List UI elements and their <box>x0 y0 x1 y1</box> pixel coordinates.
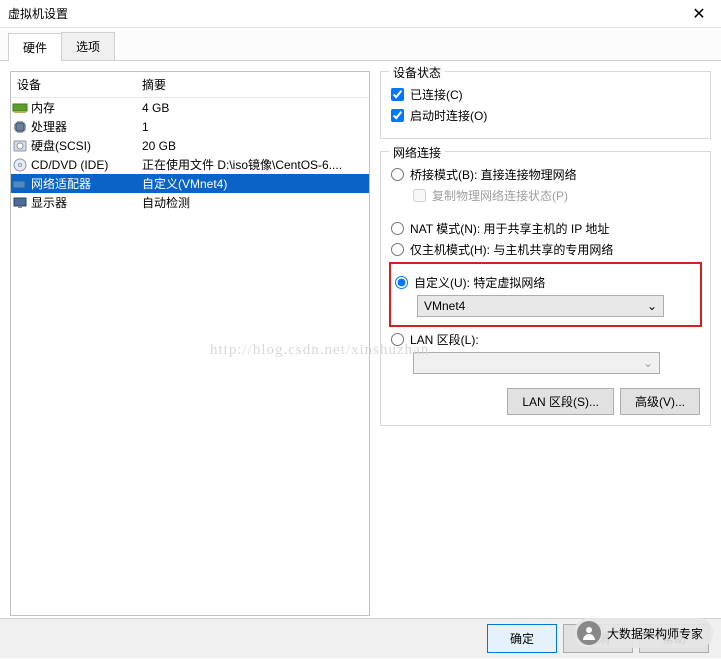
window-title: 虚拟机设置 <box>8 5 685 22</box>
custom-input[interactable] <box>395 276 408 289</box>
custom-network-select[interactable]: VMnet4 ⌄ <box>417 295 664 317</box>
bridge-radio[interactable]: 桥接模式(B): 直接连接物理网络 <box>391 166 700 183</box>
device-list[interactable]: 设备 摘要 内存4 GB处理器1硬盘(SCSI)20 GBCD/DVD (IDE… <box>10 71 370 616</box>
connected-checkbox[interactable]: 已连接(C) <box>391 86 700 103</box>
custom-network-value: VMnet4 <box>424 299 465 313</box>
col-summary: 摘要 <box>136 72 369 97</box>
account-overlay: 大数据架构师专家 <box>574 618 713 648</box>
device-status-group: 设备状态 已连接(C) 启动时连接(O) <box>380 71 711 139</box>
nat-label: NAT 模式(N): 用于共享主机的 IP 地址 <box>410 220 609 237</box>
hostonly-input[interactable] <box>391 243 404 256</box>
device-summary: 正在使用文件 D:\iso镜像\CentOS-6.... <box>136 156 369 173</box>
device-name: 硬盘(SCSI) <box>29 137 136 154</box>
memory-icon <box>11 102 29 114</box>
lan-segment-radio[interactable]: LAN 区段(L): <box>391 331 700 348</box>
nat-radio[interactable]: NAT 模式(N): 用于共享主机的 IP 地址 <box>391 220 700 237</box>
bridge-label: 桥接模式(B): 直接连接物理网络 <box>410 166 577 183</box>
device-row-nic[interactable]: 网络适配器自定义(VMnet4) <box>11 174 369 193</box>
device-name: 网络适配器 <box>29 175 136 192</box>
device-status-legend: 设备状态 <box>389 64 445 81</box>
avatar-icon <box>577 621 601 645</box>
device-summary: 自定义(VMnet4) <box>136 175 369 192</box>
device-row-cpu[interactable]: 处理器1 <box>11 117 369 136</box>
hostonly-label: 仅主机模式(H): 与主机共享的专用网络 <box>410 241 613 258</box>
device-summary: 20 GB <box>136 139 369 153</box>
device-name: 处理器 <box>29 118 136 135</box>
replicate-label: 复制物理网络连接状态(P) <box>432 187 568 204</box>
custom-radio[interactable]: 自定义(U): 特定虚拟网络 <box>395 274 696 291</box>
lan-segment-select: ⌄ <box>413 352 660 374</box>
network-connection-group: 网络连接 桥接模式(B): 直接连接物理网络 复制物理网络连接状态(P) NAT… <box>380 151 711 426</box>
device-row-disk[interactable]: 硬盘(SCSI)20 GB <box>11 136 369 155</box>
disk-icon <box>11 140 29 152</box>
cd-icon <box>11 158 29 172</box>
lan-segment-label: LAN 区段(L): <box>410 331 479 348</box>
connected-label: 已连接(C) <box>410 86 463 103</box>
highlight-box: 自定义(U): 特定虚拟网络 VMnet4 ⌄ <box>389 262 702 327</box>
custom-label: 自定义(U): 特定虚拟网络 <box>414 274 545 291</box>
device-name: 显示器 <box>29 194 136 211</box>
close-icon[interactable]: ✕ <box>685 4 713 24</box>
connect-poweron-checkbox[interactable]: 启动时连接(O) <box>391 107 700 124</box>
device-row-cd[interactable]: CD/DVD (IDE)正在使用文件 D:\iso镜像\CentOS-6.... <box>11 155 369 174</box>
device-name: 内存 <box>29 99 136 116</box>
nat-input[interactable] <box>391 222 404 235</box>
chevron-down-icon: ⌄ <box>647 299 657 313</box>
col-device: 设备 <box>11 72 136 97</box>
tab-options[interactable]: 选项 <box>61 32 115 60</box>
connect-poweron-label: 启动时连接(O) <box>410 107 487 124</box>
device-row-memory[interactable]: 内存4 GB <box>11 98 369 117</box>
device-summary: 1 <box>136 120 369 134</box>
connect-poweron-input[interactable] <box>391 109 404 122</box>
nic-icon <box>11 178 29 190</box>
device-list-header: 设备 摘要 <box>11 72 369 98</box>
cpu-icon <box>11 120 29 134</box>
advanced-button[interactable]: 高级(V)... <box>620 388 700 415</box>
ok-button[interactable]: 确定 <box>487 624 557 653</box>
tab-bar: 硬件 选项 <box>0 28 721 61</box>
account-overlay-text: 大数据架构师专家 <box>607 625 703 642</box>
tab-hardware[interactable]: 硬件 <box>8 33 62 61</box>
device-name: CD/DVD (IDE) <box>29 158 136 172</box>
network-connection-legend: 网络连接 <box>389 144 445 161</box>
display-icon <box>11 197 29 209</box>
bridge-input[interactable] <box>391 168 404 181</box>
lan-segments-button[interactable]: LAN 区段(S)... <box>507 388 614 415</box>
replicate-input <box>413 189 426 202</box>
chevron-down-icon: ⌄ <box>643 356 653 370</box>
replicate-checkbox: 复制物理网络连接状态(P) <box>413 187 700 204</box>
device-row-display[interactable]: 显示器自动检测 <box>11 193 369 212</box>
device-summary: 4 GB <box>136 101 369 115</box>
device-summary: 自动检测 <box>136 194 369 211</box>
hostonly-radio[interactable]: 仅主机模式(H): 与主机共享的专用网络 <box>391 241 700 258</box>
lan-segment-input[interactable] <box>391 333 404 346</box>
connected-input[interactable] <box>391 88 404 101</box>
